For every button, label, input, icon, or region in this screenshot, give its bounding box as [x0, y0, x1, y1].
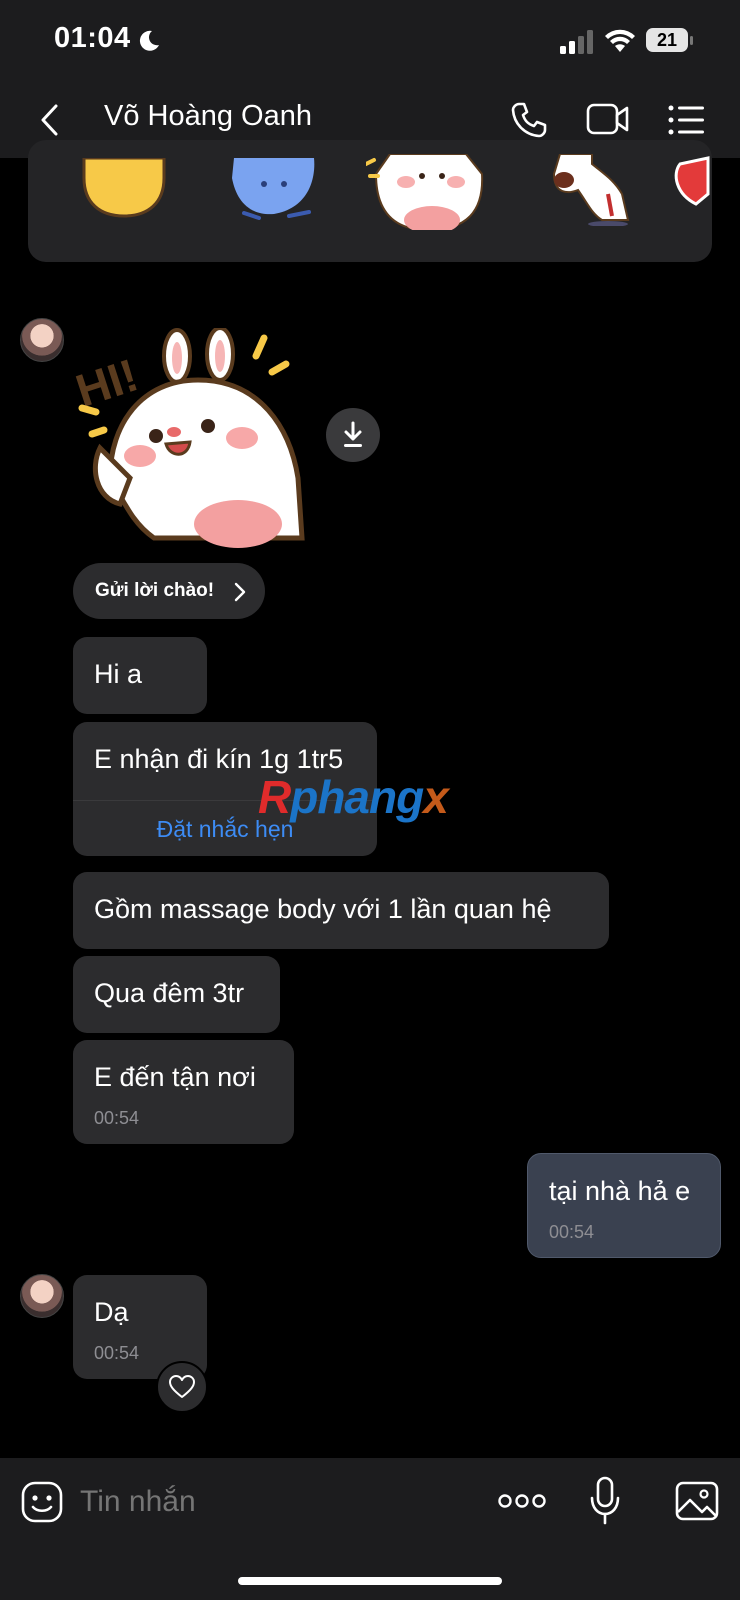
- watermark-part-b: phang: [290, 771, 424, 823]
- heart-outline-icon: [169, 1375, 195, 1398]
- moon-icon: [139, 30, 159, 51]
- chevron-left-icon[interactable]: [38, 103, 62, 137]
- message-input[interactable]: [80, 1480, 460, 1524]
- status-time: 01:04: [54, 22, 131, 54]
- watermark-part-a: R: [258, 771, 291, 823]
- download-icon: [344, 421, 362, 447]
- message-time: 00:54: [94, 1108, 140, 1128]
- message-time: 00:54: [549, 1222, 595, 1242]
- watermark: Rphangx: [258, 770, 449, 824]
- message-bubble-incoming[interactable]: Gồm massage body với 1 lần quan hệ: [73, 872, 609, 949]
- contact-avatar[interactable]: [20, 318, 64, 362]
- watermark-part-c: x: [423, 771, 449, 823]
- microphone-icon[interactable]: [588, 1476, 622, 1526]
- message-time: 00:54: [94, 1343, 140, 1363]
- message-bubble-outgoing[interactable]: tại nhà hả e 00:54: [527, 1153, 721, 1258]
- contact-name[interactable]: Võ Hoàng Oanh: [104, 100, 312, 133]
- message-text: tại nhà hả e: [549, 1176, 691, 1206]
- chevron-right-icon: [234, 582, 246, 602]
- menu-list-icon[interactable]: [668, 104, 706, 136]
- bunny-hi-sticker[interactable]: HI!: [70, 328, 310, 548]
- home-indicator: [238, 1577, 502, 1585]
- cellular-signal-icon: [560, 30, 593, 54]
- battery-level: 21: [656, 30, 678, 50]
- message-bubble-incoming[interactable]: Qua đêm 3tr: [73, 956, 280, 1033]
- battery-icon: 21: [646, 28, 688, 52]
- message-bubble-incoming[interactable]: Hi a: [73, 637, 207, 714]
- message-text: Qua đêm 3tr: [94, 978, 245, 1008]
- blue-cat-sticker[interactable]: [224, 158, 324, 220]
- emoji-icon[interactable]: [20, 1480, 64, 1524]
- battery-tip: [690, 36, 693, 45]
- bunny-wave-sticker[interactable]: [366, 154, 490, 230]
- wifi-icon: [605, 29, 635, 52]
- download-button[interactable]: [326, 408, 380, 462]
- react-button[interactable]: [156, 1361, 208, 1413]
- video-call-icon[interactable]: [586, 101, 630, 137]
- waving-hand-sticker[interactable]: [78, 158, 170, 218]
- phone-icon[interactable]: [510, 101, 548, 139]
- dog-bow-sticker[interactable]: [548, 154, 634, 226]
- message-text: Dạ: [94, 1297, 129, 1327]
- more-dots-icon[interactable]: [498, 1490, 546, 1512]
- message-text: Hi a: [94, 659, 143, 689]
- send-greeting-label: Gửi lời chào!: [95, 580, 215, 601]
- contact-avatar[interactable]: [20, 1274, 64, 1318]
- message-bubble-incoming[interactable]: E đến tận nơi 00:54: [73, 1040, 294, 1144]
- message-text: Gồm massage body với 1 lần quan hệ: [94, 894, 552, 924]
- send-greeting-button[interactable]: Gửi lời chào!: [73, 563, 265, 619]
- image-icon[interactable]: [674, 1480, 720, 1522]
- heart-sticker[interactable]: [672, 154, 712, 206]
- message-text: E đến tận nơi: [94, 1062, 256, 1092]
